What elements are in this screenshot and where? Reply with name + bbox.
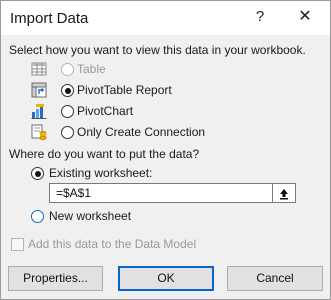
up-arrow-icon (279, 186, 289, 200)
table-icon (31, 61, 47, 77)
cancel-button[interactable]: Cancel (227, 266, 323, 291)
close-button[interactable]: ✕ (294, 6, 316, 28)
pivotchart-radio[interactable] (61, 105, 74, 118)
connection-radio[interactable] (61, 126, 74, 139)
table-radio (61, 63, 74, 76)
help-button[interactable]: ? (249, 6, 271, 28)
ok-button[interactable]: OK (118, 266, 214, 291)
pivottable-option-label[interactable]: PivotTable Report (77, 83, 172, 97)
pivotchart-option-label[interactable]: PivotChart (77, 104, 133, 118)
import-data-dialog: Import Data ? ✕ Select how you want to v… (0, 0, 331, 300)
dialog-title: Import Data (10, 10, 89, 27)
pivottable-icon (31, 82, 47, 98)
pivotchart-icon (31, 103, 47, 119)
connection-option-label[interactable]: Only Create Connection (77, 125, 205, 139)
data-model-checkbox[interactable] (11, 238, 24, 251)
collapse-dialog-button[interactable] (272, 183, 296, 203)
table-option-label: Table (77, 62, 106, 76)
cell-reference-input[interactable] (49, 183, 279, 203)
data-model-label: Add this data to the Data Model (28, 237, 197, 251)
view-prompt: Select how you want to view this data in… (9, 43, 306, 57)
properties-button[interactable]: Properties... (8, 266, 103, 291)
title-bar: Import Data ? ✕ (1, 1, 330, 35)
new-worksheet-radio[interactable] (31, 210, 44, 223)
existing-worksheet-label[interactable]: Existing worksheet: (49, 166, 152, 180)
pivottable-radio[interactable] (61, 84, 74, 97)
new-worksheet-label[interactable]: New worksheet (49, 209, 131, 223)
destination-prompt: Where do you want to put the data? (9, 147, 200, 161)
existing-worksheet-radio[interactable] (31, 167, 44, 180)
connection-icon (31, 124, 47, 140)
